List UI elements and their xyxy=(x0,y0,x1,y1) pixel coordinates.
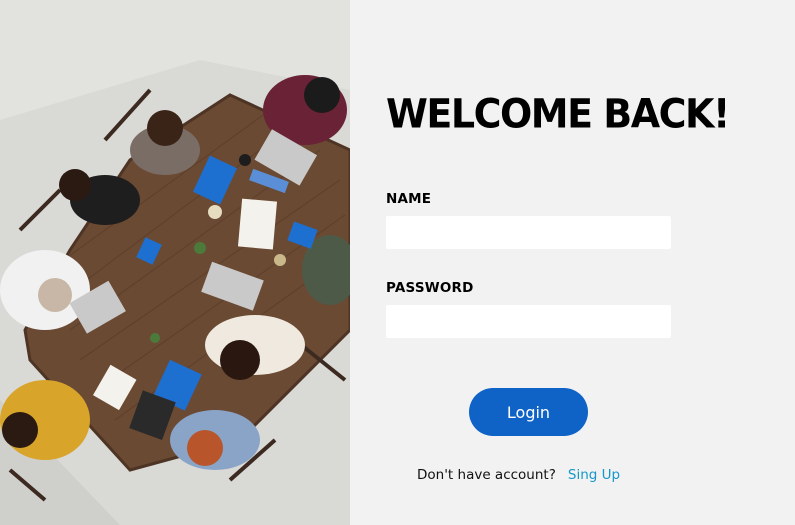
signup-link[interactable]: Sing Up xyxy=(568,467,620,483)
team-meeting-photo xyxy=(0,0,350,525)
no-account-text: Don't have account? xyxy=(417,467,556,483)
password-label: PASSWORD xyxy=(386,280,474,296)
name-label: NAME xyxy=(386,191,432,207)
login-button[interactable]: Login xyxy=(469,388,588,436)
name-input[interactable] xyxy=(386,216,671,249)
login-form-panel: WELCOME BACK! NAME PASSWORD Login Don't … xyxy=(350,0,795,525)
page-title: WELCOME BACK! xyxy=(386,90,730,138)
signup-row: Don't have account? Sing Up xyxy=(417,467,620,483)
password-input[interactable] xyxy=(386,305,671,338)
login-window: WELCOME BACK! NAME PASSWORD Login Don't … xyxy=(0,0,795,525)
